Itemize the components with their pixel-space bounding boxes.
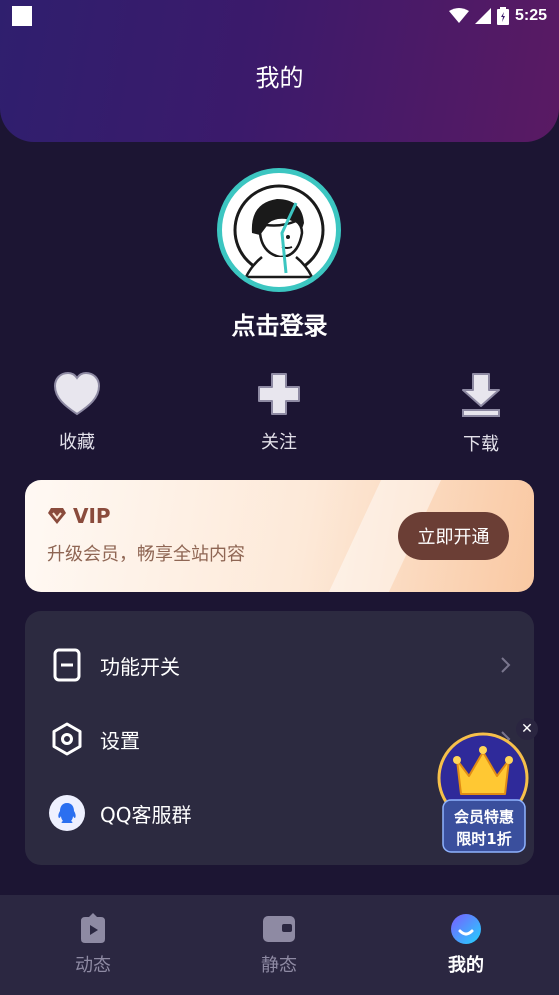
plus-icon	[258, 373, 300, 415]
status-bar: 5:25	[0, 0, 559, 32]
tab-dynamic[interactable]: 动态	[33, 913, 153, 977]
settings-icon	[49, 721, 85, 757]
login-link[interactable]: 点击登录	[0, 306, 559, 341]
diamond-icon	[48, 508, 66, 524]
close-promo-button[interactable]: ✕	[516, 718, 538, 740]
video-icon	[81, 913, 105, 943]
download-icon	[462, 373, 500, 417]
menu-item-feature-toggle[interactable]: 功能开关	[25, 635, 534, 695]
bottom-tab-bar: 动态 静态 我的	[0, 895, 559, 995]
tab-mine[interactable]: 我的	[406, 913, 526, 977]
promo-line1: 会员特惠	[453, 808, 514, 826]
download-button[interactable]: 下载	[421, 372, 541, 456]
chevron-right-icon	[501, 657, 511, 673]
menu-label-qq-group: QQ客服群	[100, 802, 192, 827]
page-title: 我的	[255, 64, 304, 92]
open-vip-button[interactable]: 立即开通	[398, 512, 509, 560]
toggle-icon	[49, 647, 85, 683]
notification-icon	[12, 6, 32, 26]
heart-icon	[53, 372, 101, 416]
status-time: 5:25	[514, 7, 547, 24]
tab-label-mine: 我的	[448, 955, 484, 976]
promo-line2: 限时1折	[456, 830, 512, 848]
tab-label-dynamic: 动态	[75, 955, 111, 976]
favorites-button[interactable]: 收藏	[17, 372, 137, 454]
vip-subtitle: 升级会员，畅享全站内容	[47, 544, 245, 565]
menu-label-settings: 设置	[100, 728, 140, 753]
wallet-icon	[263, 916, 295, 942]
tab-static[interactable]: 静态	[219, 913, 339, 977]
favorites-label: 收藏	[59, 432, 95, 453]
follow-button[interactable]: 关注	[219, 372, 339, 454]
vip-title: VIP	[47, 504, 111, 528]
download-label: 下载	[463, 434, 499, 455]
signal-icon	[474, 8, 491, 24]
tab-label-static: 静态	[261, 955, 297, 976]
follow-label: 关注	[261, 432, 297, 453]
qq-icon	[49, 795, 85, 831]
wifi-icon	[448, 8, 469, 23]
profile-icon	[451, 914, 481, 944]
avatar[interactable]	[217, 168, 341, 292]
header-banner: 5:25 我的	[0, 0, 559, 142]
vip-card[interactable]: VIP 升级会员，畅享全站内容 立即开通	[25, 480, 534, 592]
vip-badge: VIP	[73, 504, 111, 528]
battery-icon	[496, 7, 509, 25]
user-avatar-icon	[233, 184, 325, 279]
menu-label-feature-toggle: 功能开关	[100, 654, 180, 679]
